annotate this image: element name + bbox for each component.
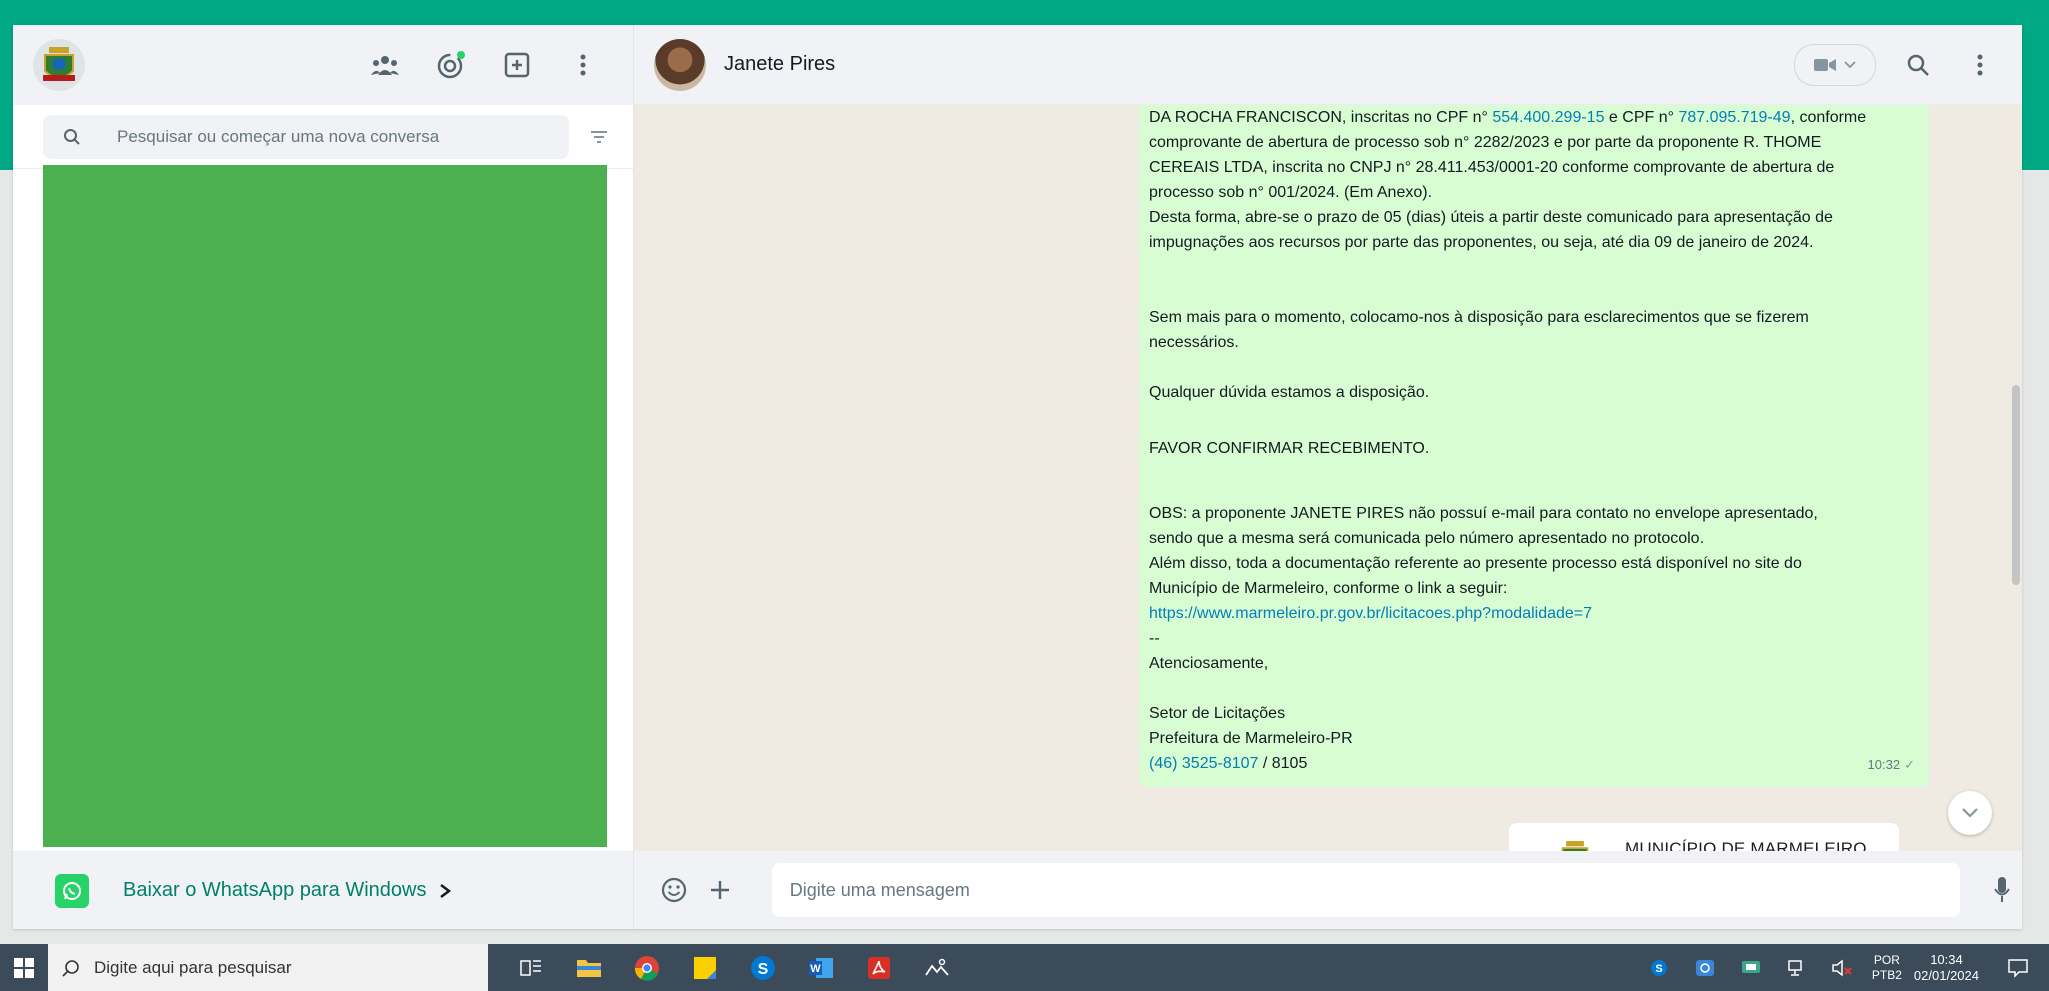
clock-date: 02/01/2024 [1913, 967, 1979, 983]
image-preview-title: MUNICÍPIO DE MARMELEIRO [1625, 839, 1867, 851]
download-bar[interactable]: Baixar o WhatsApp para Windows [13, 851, 633, 929]
windows-start-icon[interactable] [0, 944, 48, 991]
signature-dept: Setor de Licitações [1149, 705, 1286, 722]
outgoing-message-bubble[interactable]: DA ROCHA FRANCISCON, inscritas no CPF n°… [1139, 105, 1929, 787]
new-chat-icon[interactable] [497, 45, 537, 85]
monitor-app-tray-icon[interactable] [1734, 951, 1768, 985]
signature-regards: Atenciosamente, [1149, 655, 1269, 672]
message-time: 10:32 [1867, 757, 1901, 772]
photos-icon[interactable] [920, 951, 954, 985]
chat-search-icon[interactable] [1898, 45, 1938, 85]
notifications-icon[interactable] [2001, 951, 2035, 985]
chat-header-actions [1794, 25, 2000, 105]
status-icon[interactable] [431, 45, 471, 85]
acrobat-reader-icon[interactable] [862, 951, 896, 985]
message-area[interactable]: DA ROCHA FRANCISCON, inscritas no CPF n°… [634, 105, 2022, 851]
message-link-line: https://www.marmeleiro.pr.gov.br/licitac… [1149, 601, 1919, 626]
video-call-button[interactable] [1794, 44, 1876, 86]
message-composer [634, 851, 2022, 929]
whatsapp-web-window: Baixar o WhatsApp para Windows Janete Pi… [13, 25, 2022, 929]
filter-icon[interactable] [577, 115, 621, 159]
taskbar-search-box[interactable]: Digite aqui para pesquisar [48, 944, 488, 991]
message-text: e CPF n° [1604, 109, 1679, 126]
chat-header[interactable]: Janete Pires [634, 25, 2022, 105]
message-input[interactable] [771, 863, 1961, 917]
search-row [13, 105, 633, 169]
signature-phone-line: (46) 3525-8107 / 8105 [1149, 751, 1919, 776]
skype-icon[interactable]: S [746, 951, 780, 985]
message-paragraph-3: Qualquer dúvida estamos a disposição. [1149, 384, 1430, 401]
network-app-tray-icon[interactable] [1688, 951, 1722, 985]
system-tray: S POR PTB2 10:34 02/01/2024 [1642, 944, 2035, 991]
chat-list-redacted [43, 165, 607, 847]
chevron-down-icon [1844, 61, 1856, 69]
chevron-down-icon [1962, 808, 1978, 818]
municipality-crest-icon [43, 47, 75, 81]
cpf-link-2[interactable]: 787.095.719-49 [1678, 109, 1790, 126]
chat-menu-icon[interactable] [1960, 45, 2000, 85]
taskbar-clock[interactable]: 10:34 02/01/2024 [1914, 952, 1979, 984]
search-icon [62, 959, 79, 977]
phone-link[interactable]: (46) 3525-8107 [1149, 755, 1258, 772]
cpf-link-1[interactable]: 554.400.299-15 [1492, 109, 1604, 126]
svg-text:S: S [1655, 963, 1662, 975]
taskbar-apps: S W [514, 951, 954, 985]
sent-check-icon: ✓ [1904, 757, 1915, 772]
volume-muted-icon[interactable] [1826, 951, 1860, 985]
message-text: , conforme [1790, 109, 1867, 126]
contact-avatar[interactable] [654, 38, 706, 91]
left-header [13, 25, 633, 105]
scroll-down-button[interactable] [1948, 791, 1992, 835]
message-line: DA ROCHA FRANCISCON, inscritas no CPF n°… [1149, 105, 1919, 130]
chevron-right-icon [440, 883, 452, 898]
search-icon [64, 128, 80, 145]
message-paragraph-5: OBS: a proponente JANETE PIRES não possu… [1149, 505, 1818, 597]
attach-plus-icon[interactable] [700, 870, 740, 910]
contact-name[interactable]: Janete Pires [724, 53, 835, 76]
sticky-notes-icon[interactable] [688, 951, 722, 985]
svg-text:S: S [758, 961, 769, 978]
word-icon[interactable]: W [804, 951, 838, 985]
download-link[interactable]: Baixar o WhatsApp para Windows [123, 879, 426, 902]
network-icon[interactable] [1780, 951, 1814, 985]
video-camera-icon [1814, 59, 1836, 71]
taskbar-search-text: Digite aqui para pesquisar [94, 957, 292, 977]
licitacoes-link[interactable]: https://www.marmeleiro.pr.gov.br/licitac… [1149, 605, 1592, 622]
svg-text:W: W [810, 963, 821, 975]
task-view-icon[interactable] [514, 951, 548, 985]
skype-tray-icon[interactable]: S [1642, 951, 1676, 985]
municipality-crest-icon [1561, 841, 1589, 851]
phone-ext: / 8105 [1258, 755, 1308, 772]
left-panel: Baixar o WhatsApp para Windows [13, 25, 634, 929]
message-paragraph-2: Sem mais para o momento, colocamo-nos à … [1149, 309, 1809, 351]
microphone-icon[interactable] [1982, 870, 2022, 910]
communities-icon[interactable] [365, 45, 405, 85]
chrome-icon[interactable] [630, 951, 664, 985]
search-box [43, 114, 569, 159]
emoji-icon[interactable] [654, 870, 694, 910]
menu-icon[interactable] [563, 45, 603, 85]
profile-avatar[interactable] [33, 39, 85, 91]
whatsapp-logo-icon [55, 873, 89, 908]
left-header-actions [365, 25, 603, 105]
clock-time: 10:34 [1930, 951, 1963, 967]
search-input[interactable] [115, 125, 519, 148]
message-text: DA ROCHA FRANCISCON, inscritas no CPF n° [1149, 109, 1493, 126]
language-layout: PTB2 [1871, 967, 1902, 982]
file-explorer-icon[interactable] [572, 951, 606, 985]
keyboard-language[interactable]: POR PTB2 [1872, 953, 1902, 983]
message-timestamp: 10:32 ✓ [1868, 752, 1915, 777]
message-paragraph-1: comprovante de abertura de processo sob … [1149, 134, 1835, 251]
chat-scrollbar[interactable] [2012, 385, 2020, 585]
language-code: POR [1873, 952, 1900, 967]
image-message-preview[interactable]: MUNICÍPIO DE MARMELEIRO [1509, 823, 1899, 851]
message-paragraph-4: FAVOR CONFIRMAR RECEBIMENTO. [1149, 440, 1430, 457]
windows-taskbar: Digite aqui para pesquisar S W S POR PTB… [0, 944, 2049, 991]
chat-panel: Janete Pires DA ROCHA FRANCISCON, inscri… [634, 25, 2022, 929]
signature-dash: -- [1149, 630, 1160, 647]
signature-org: Prefeitura de Marmeleiro-PR [1149, 730, 1353, 747]
